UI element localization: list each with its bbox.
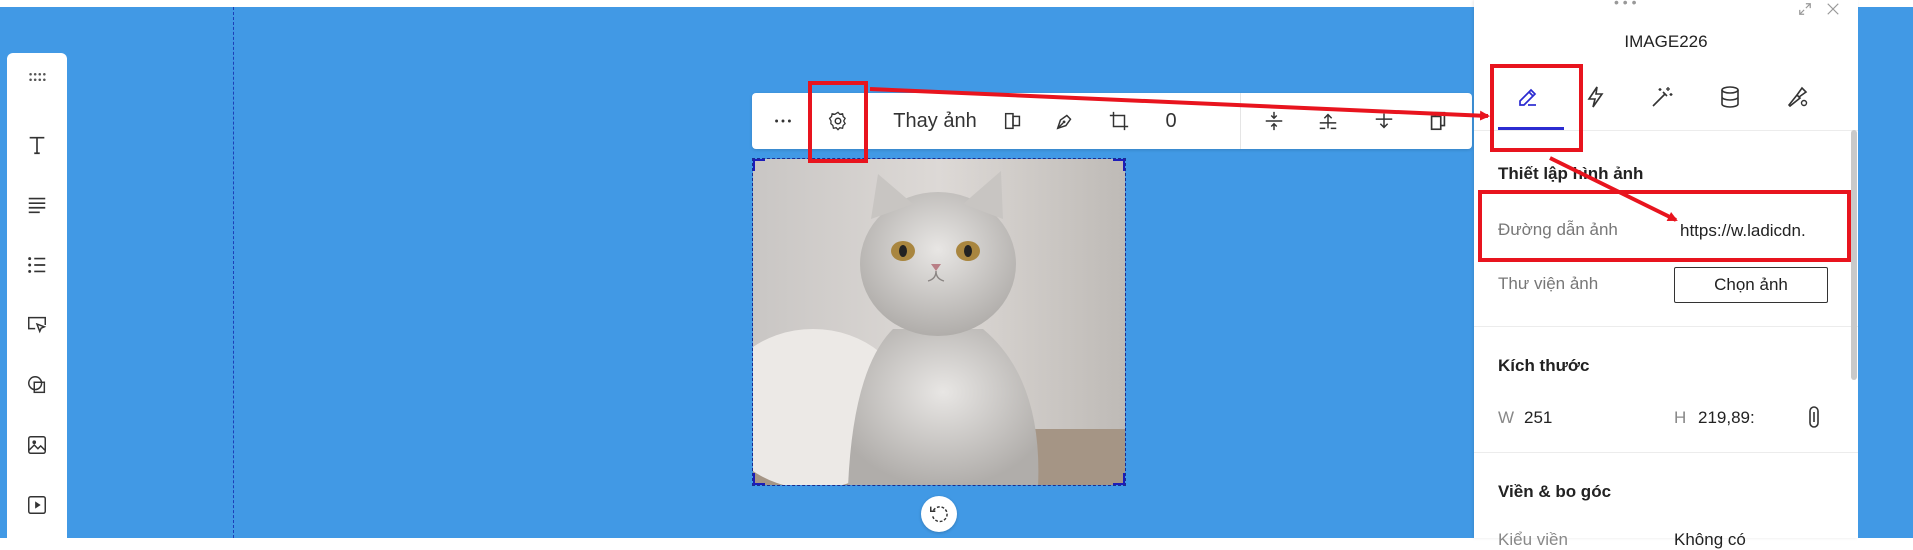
resize-handle-top-left[interactable] xyxy=(753,159,765,171)
annotation-box-edit-tab xyxy=(1490,64,1583,152)
copy-icon[interactable] xyxy=(1418,93,1458,149)
image-icon[interactable] xyxy=(7,425,67,465)
border-heading: Viền & bo góc xyxy=(1498,482,1612,501)
pen-icon[interactable] xyxy=(1048,93,1082,149)
drag-handle-icon[interactable] xyxy=(7,57,67,97)
height-input[interactable]: 219,89: xyxy=(1698,408,1755,428)
shape-icon[interactable] xyxy=(7,365,67,405)
resize-handle-bottom-right[interactable] xyxy=(1113,473,1125,485)
rotate-icon[interactable] xyxy=(921,496,957,532)
center-vertical-icon[interactable] xyxy=(1256,93,1292,149)
database-icon xyxy=(1721,86,1739,108)
list-icon[interactable] xyxy=(7,245,67,285)
button-icon[interactable] xyxy=(7,305,67,345)
cat-photo xyxy=(753,159,1125,485)
video-icon[interactable] xyxy=(7,485,67,525)
selected-image[interactable] xyxy=(752,158,1126,486)
text-icon[interactable] xyxy=(7,125,67,165)
width-input[interactable]: 251 xyxy=(1524,408,1552,428)
magic-wand-icon xyxy=(1652,87,1673,107)
panel-drag-dots-icon[interactable]: • • • xyxy=(1614,0,1636,10)
tab-effects[interactable] xyxy=(1632,70,1692,124)
library-label: Thư viện ảnh xyxy=(1498,274,1599,293)
flip-icon[interactable] xyxy=(996,93,1030,149)
align-bottom-icon[interactable] xyxy=(1366,93,1402,149)
tab-data[interactable] xyxy=(1700,70,1760,124)
image-settings-heading: Thiết lập hình ảnh xyxy=(1498,164,1644,183)
element-title: IMAGE226 xyxy=(1624,32,1708,51)
section-divider xyxy=(1474,452,1858,453)
annotation-box-url xyxy=(1478,190,1851,262)
toolbar-divider xyxy=(1240,93,1241,149)
align-top-icon[interactable] xyxy=(1310,93,1346,149)
section-divider xyxy=(1474,326,1858,327)
aspect-lock-icon[interactable] xyxy=(1802,405,1826,434)
tab-style[interactable] xyxy=(1768,70,1828,124)
panel-scrollbar[interactable] xyxy=(1851,130,1857,380)
annotation-box-gear xyxy=(808,81,868,163)
replace-image-button[interactable]: Thay ảnh xyxy=(890,93,980,149)
more-options-icon[interactable] xyxy=(768,93,798,149)
crop-icon[interactable] xyxy=(1102,93,1136,149)
expand-icon[interactable] xyxy=(1798,2,1812,21)
width-label: W xyxy=(1498,408,1515,427)
border-type-select[interactable]: Không có xyxy=(1674,530,1746,550)
left-toolbar xyxy=(7,53,67,538)
border-type-label: Kiểu viền xyxy=(1498,530,1568,549)
close-icon[interactable] xyxy=(1826,2,1840,21)
paragraph-icon[interactable] xyxy=(7,185,67,225)
resize-handle-bottom-left[interactable] xyxy=(753,473,765,485)
lightning-icon xyxy=(1587,86,1604,108)
resize-handle-top-right[interactable] xyxy=(1113,159,1125,171)
guide-line xyxy=(233,7,234,538)
height-label: H xyxy=(1674,408,1687,427)
canvas-right-edge xyxy=(1858,7,1913,538)
size-heading: Kích thước xyxy=(1498,356,1590,375)
choose-image-button[interactable]: Chọn ảnh xyxy=(1674,267,1828,303)
crop-value[interactable]: 0 xyxy=(1156,93,1186,149)
settings-brush-icon xyxy=(1787,86,1808,108)
